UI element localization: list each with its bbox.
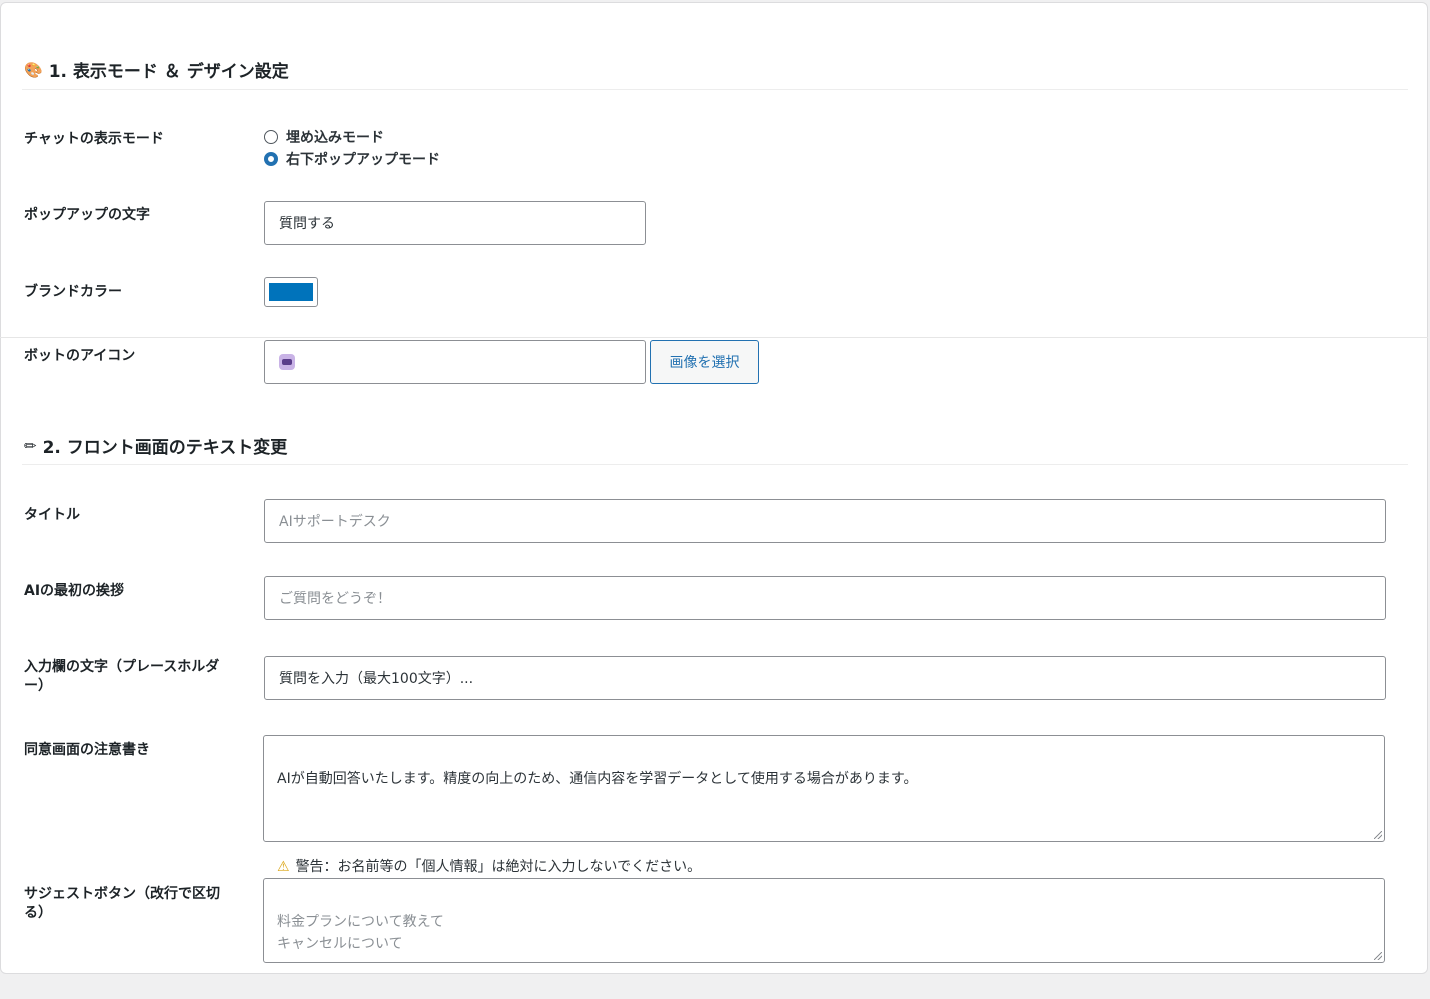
- consent-line-1: AIが自動回答いたします。精度の向上のため、通信内容を学習データとして使用する場…: [277, 771, 918, 787]
- radio-embed[interactable]: 埋め込みモード: [264, 127, 384, 147]
- palette-icon: 🎨: [24, 60, 43, 79]
- select-image-button[interactable]: 画像を選択: [650, 340, 759, 384]
- input-placeholder-input[interactable]: 質問を入力（最大100文字）...: [264, 656, 1386, 700]
- section-divider: [22, 89, 1408, 90]
- popup-text-input[interactable]: 質問する: [264, 201, 646, 245]
- brand-color-swatch: [269, 283, 313, 301]
- section-1-heading: 🎨 1. 表示モード ＆ デザイン設定: [24, 57, 289, 83]
- bot-icon-input[interactable]: [264, 340, 646, 384]
- title-input[interactable]: AIサポートデスク: [264, 499, 1386, 543]
- suggest-label: サジェストボタン（改行で区切る）: [24, 886, 220, 921]
- brand-color-picker[interactable]: [264, 277, 318, 307]
- radio-embed-button[interactable]: [264, 130, 278, 144]
- radio-popup-label: 右下ポップアップモード: [286, 152, 440, 168]
- consent-textarea[interactable]: AIが自動回答いたします。精度の向上のため、通信内容を学習データとして使用する場…: [263, 735, 1385, 875]
- row-divider: [0, 337, 1428, 338]
- suggest-textarea[interactable]: 料金プランについて教えて キャンセルについて: [263, 878, 1385, 963]
- consent-line-2: 警告：お名前等の「個人情報」は絶対に入力しないでください。: [295, 859, 702, 875]
- consent-label: 同意画面の注意書き: [24, 742, 150, 758]
- greeting-label: AIの最初の挨拶: [24, 583, 125, 599]
- greeting-input[interactable]: ご質問をどうぞ！: [264, 576, 1386, 620]
- section-2-title: 2. フロント画面のテキスト変更: [42, 438, 288, 458]
- pencil-icon: ✏: [24, 436, 37, 455]
- bot-icon-label: ボットのアイコン: [24, 348, 136, 364]
- radio-popup[interactable]: 右下ポップアップモード: [264, 149, 440, 169]
- section-divider: [22, 464, 1408, 465]
- input-placeholder-label: 入力欄の文字（プレースホルダー）: [24, 659, 220, 694]
- resize-handle[interactable]: [1374, 831, 1382, 839]
- consent-line-2-row: ⚠ 警告：お名前等の「個人情報」は絶対に入力しないでください。: [277, 856, 1371, 878]
- suggest-placeholder: 料金プランについて教えて キャンセルについて: [277, 914, 444, 952]
- resize-handle[interactable]: [1374, 952, 1382, 960]
- section-1-title: 1. 表示モード ＆ デザイン設定: [48, 62, 289, 82]
- title-label: タイトル: [24, 507, 80, 523]
- radio-embed-label: 埋め込みモード: [286, 130, 384, 146]
- radio-popup-button[interactable]: [264, 152, 278, 166]
- popup-text-label: ポップアップの文字: [24, 207, 150, 223]
- brand-color-label: ブランドカラー: [24, 284, 122, 300]
- display-mode-label: チャットの表示モード: [24, 131, 164, 147]
- robot-icon: [279, 354, 295, 370]
- section-2-heading: ✏ 2. フロント画面のテキスト変更: [24, 433, 288, 459]
- warning-icon: ⚠: [277, 859, 290, 875]
